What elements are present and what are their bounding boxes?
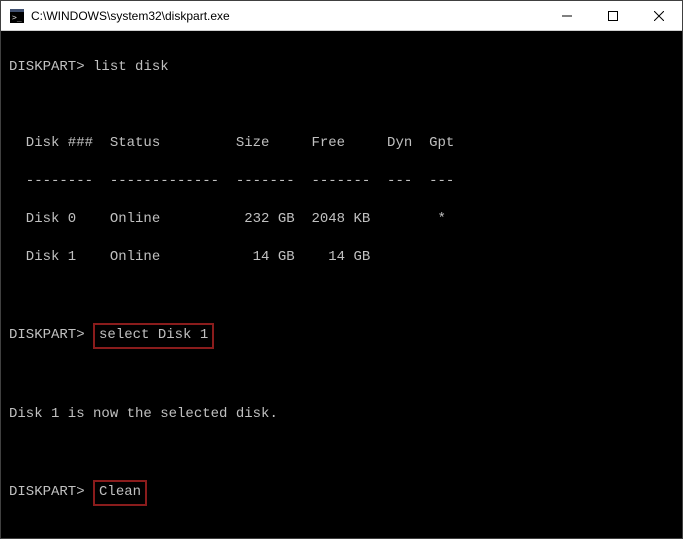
app-icon: >_	[9, 8, 25, 24]
cmd-clean: Clean	[93, 480, 147, 506]
prompt-line: DISKPART> list disk	[9, 58, 672, 77]
blank-line	[9, 96, 672, 115]
window-title: C:\WINDOWS\system32\diskpart.exe	[31, 9, 544, 23]
table-row: Disk 1 Online 14 GB 14 GB	[9, 248, 672, 267]
prompt: DISKPART>	[9, 327, 85, 343]
prompt-line: DISKPART> Clean	[9, 481, 672, 505]
table-header: Disk ### Status Size Free Dyn Gpt	[9, 134, 672, 153]
blank-line	[9, 524, 672, 538]
blank-line	[9, 367, 672, 386]
terminal-output[interactable]: DISKPART> list disk Disk ### Status Size…	[1, 31, 682, 538]
titlebar[interactable]: >_ C:\WINDOWS\system32\diskpart.exe	[1, 1, 682, 31]
diskpart-window: >_ C:\WINDOWS\system32\diskpart.exe DISK…	[0, 0, 683, 539]
prompt-line: DISKPART> select Disk 1	[9, 324, 672, 348]
window-controls	[544, 1, 682, 30]
blank-line	[9, 286, 672, 305]
table-divider: -------- ------------- ------- ------- -…	[9, 172, 672, 191]
table-row: Disk 0 Online 232 GB 2048 KB *	[9, 210, 672, 229]
prompt: DISKPART>	[9, 484, 85, 500]
cmd-select-disk: select Disk 1	[93, 323, 214, 349]
close-button[interactable]	[636, 1, 682, 30]
minimize-button[interactable]	[544, 1, 590, 30]
cmd-list-disk: list disk	[93, 59, 169, 75]
prompt: DISKPART>	[9, 59, 85, 75]
maximize-button[interactable]	[590, 1, 636, 30]
svg-text:>_: >_	[12, 13, 22, 22]
output-line: Disk 1 is now the selected disk.	[9, 405, 672, 424]
blank-line	[9, 443, 672, 462]
